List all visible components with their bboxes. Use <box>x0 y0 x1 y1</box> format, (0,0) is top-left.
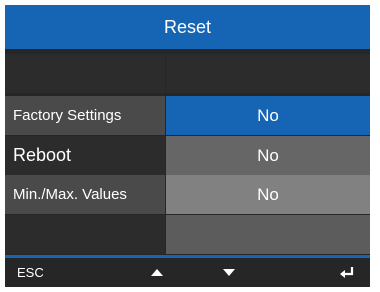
enter-softkey[interactable] <box>335 258 359 287</box>
menu-row-label: Reboot <box>5 136 165 175</box>
softkey-bar: ESC <box>5 258 370 287</box>
up-softkey[interactable] <box>145 258 169 287</box>
empty-row <box>5 215 370 254</box>
up-arrow-icon <box>151 269 163 276</box>
menu-row-min-max-values[interactable]: Min./Max. Values No <box>5 175 370 214</box>
menu-row-factory-settings[interactable]: Factory Settings No <box>5 96 370 135</box>
menu-row-label: Min./Max. Values <box>5 175 165 214</box>
menu-row-value[interactable]: No <box>166 175 370 214</box>
enter-icon <box>340 266 354 278</box>
down-arrow-icon <box>223 269 235 276</box>
empty-label-cell <box>5 215 165 254</box>
menu-row-reboot[interactable]: Reboot No <box>5 136 370 175</box>
empty-value-cell <box>166 215 370 254</box>
blank-row <box>5 54 370 93</box>
blank-label-cell <box>5 54 165 93</box>
screen-title: Reset <box>5 5 370 49</box>
down-softkey[interactable] <box>217 258 241 287</box>
esc-softkey[interactable]: ESC <box>17 258 57 287</box>
menu-row-value[interactable]: No <box>166 136 370 175</box>
menu-row-label: Factory Settings <box>5 96 165 135</box>
blank-value-cell <box>166 54 370 93</box>
menu-row-value[interactable]: No <box>166 96 370 135</box>
device-screen: Reset Factory Settings No Reboot No Min.… <box>5 5 370 287</box>
